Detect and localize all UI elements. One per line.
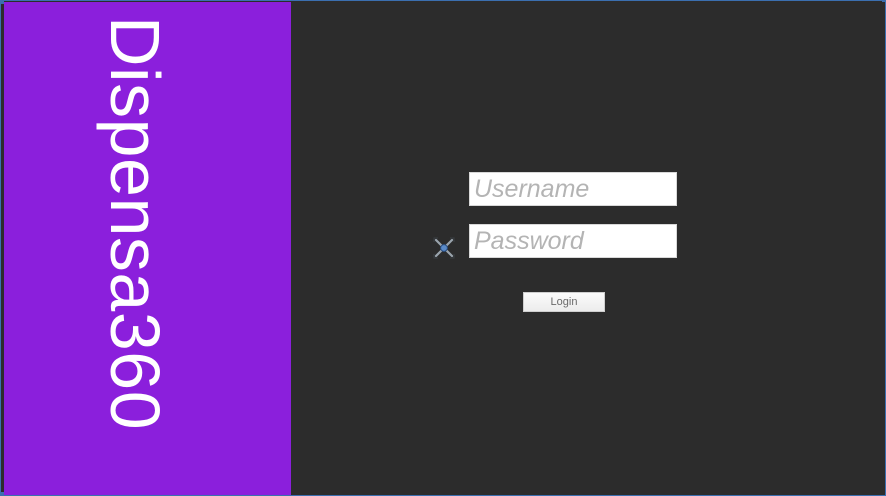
login-panel: Login — [291, 2, 885, 495]
username-input[interactable] — [469, 172, 677, 206]
password-input[interactable] — [469, 224, 677, 258]
move-cross-icon[interactable] — [432, 236, 456, 260]
brand-title: Dispensa360 — [96, 16, 174, 431]
app-window: Dispensa360 Login — [0, 0, 886, 496]
brand-panel: Dispensa360 — [4, 2, 291, 495]
login-button[interactable]: Login — [523, 292, 605, 312]
